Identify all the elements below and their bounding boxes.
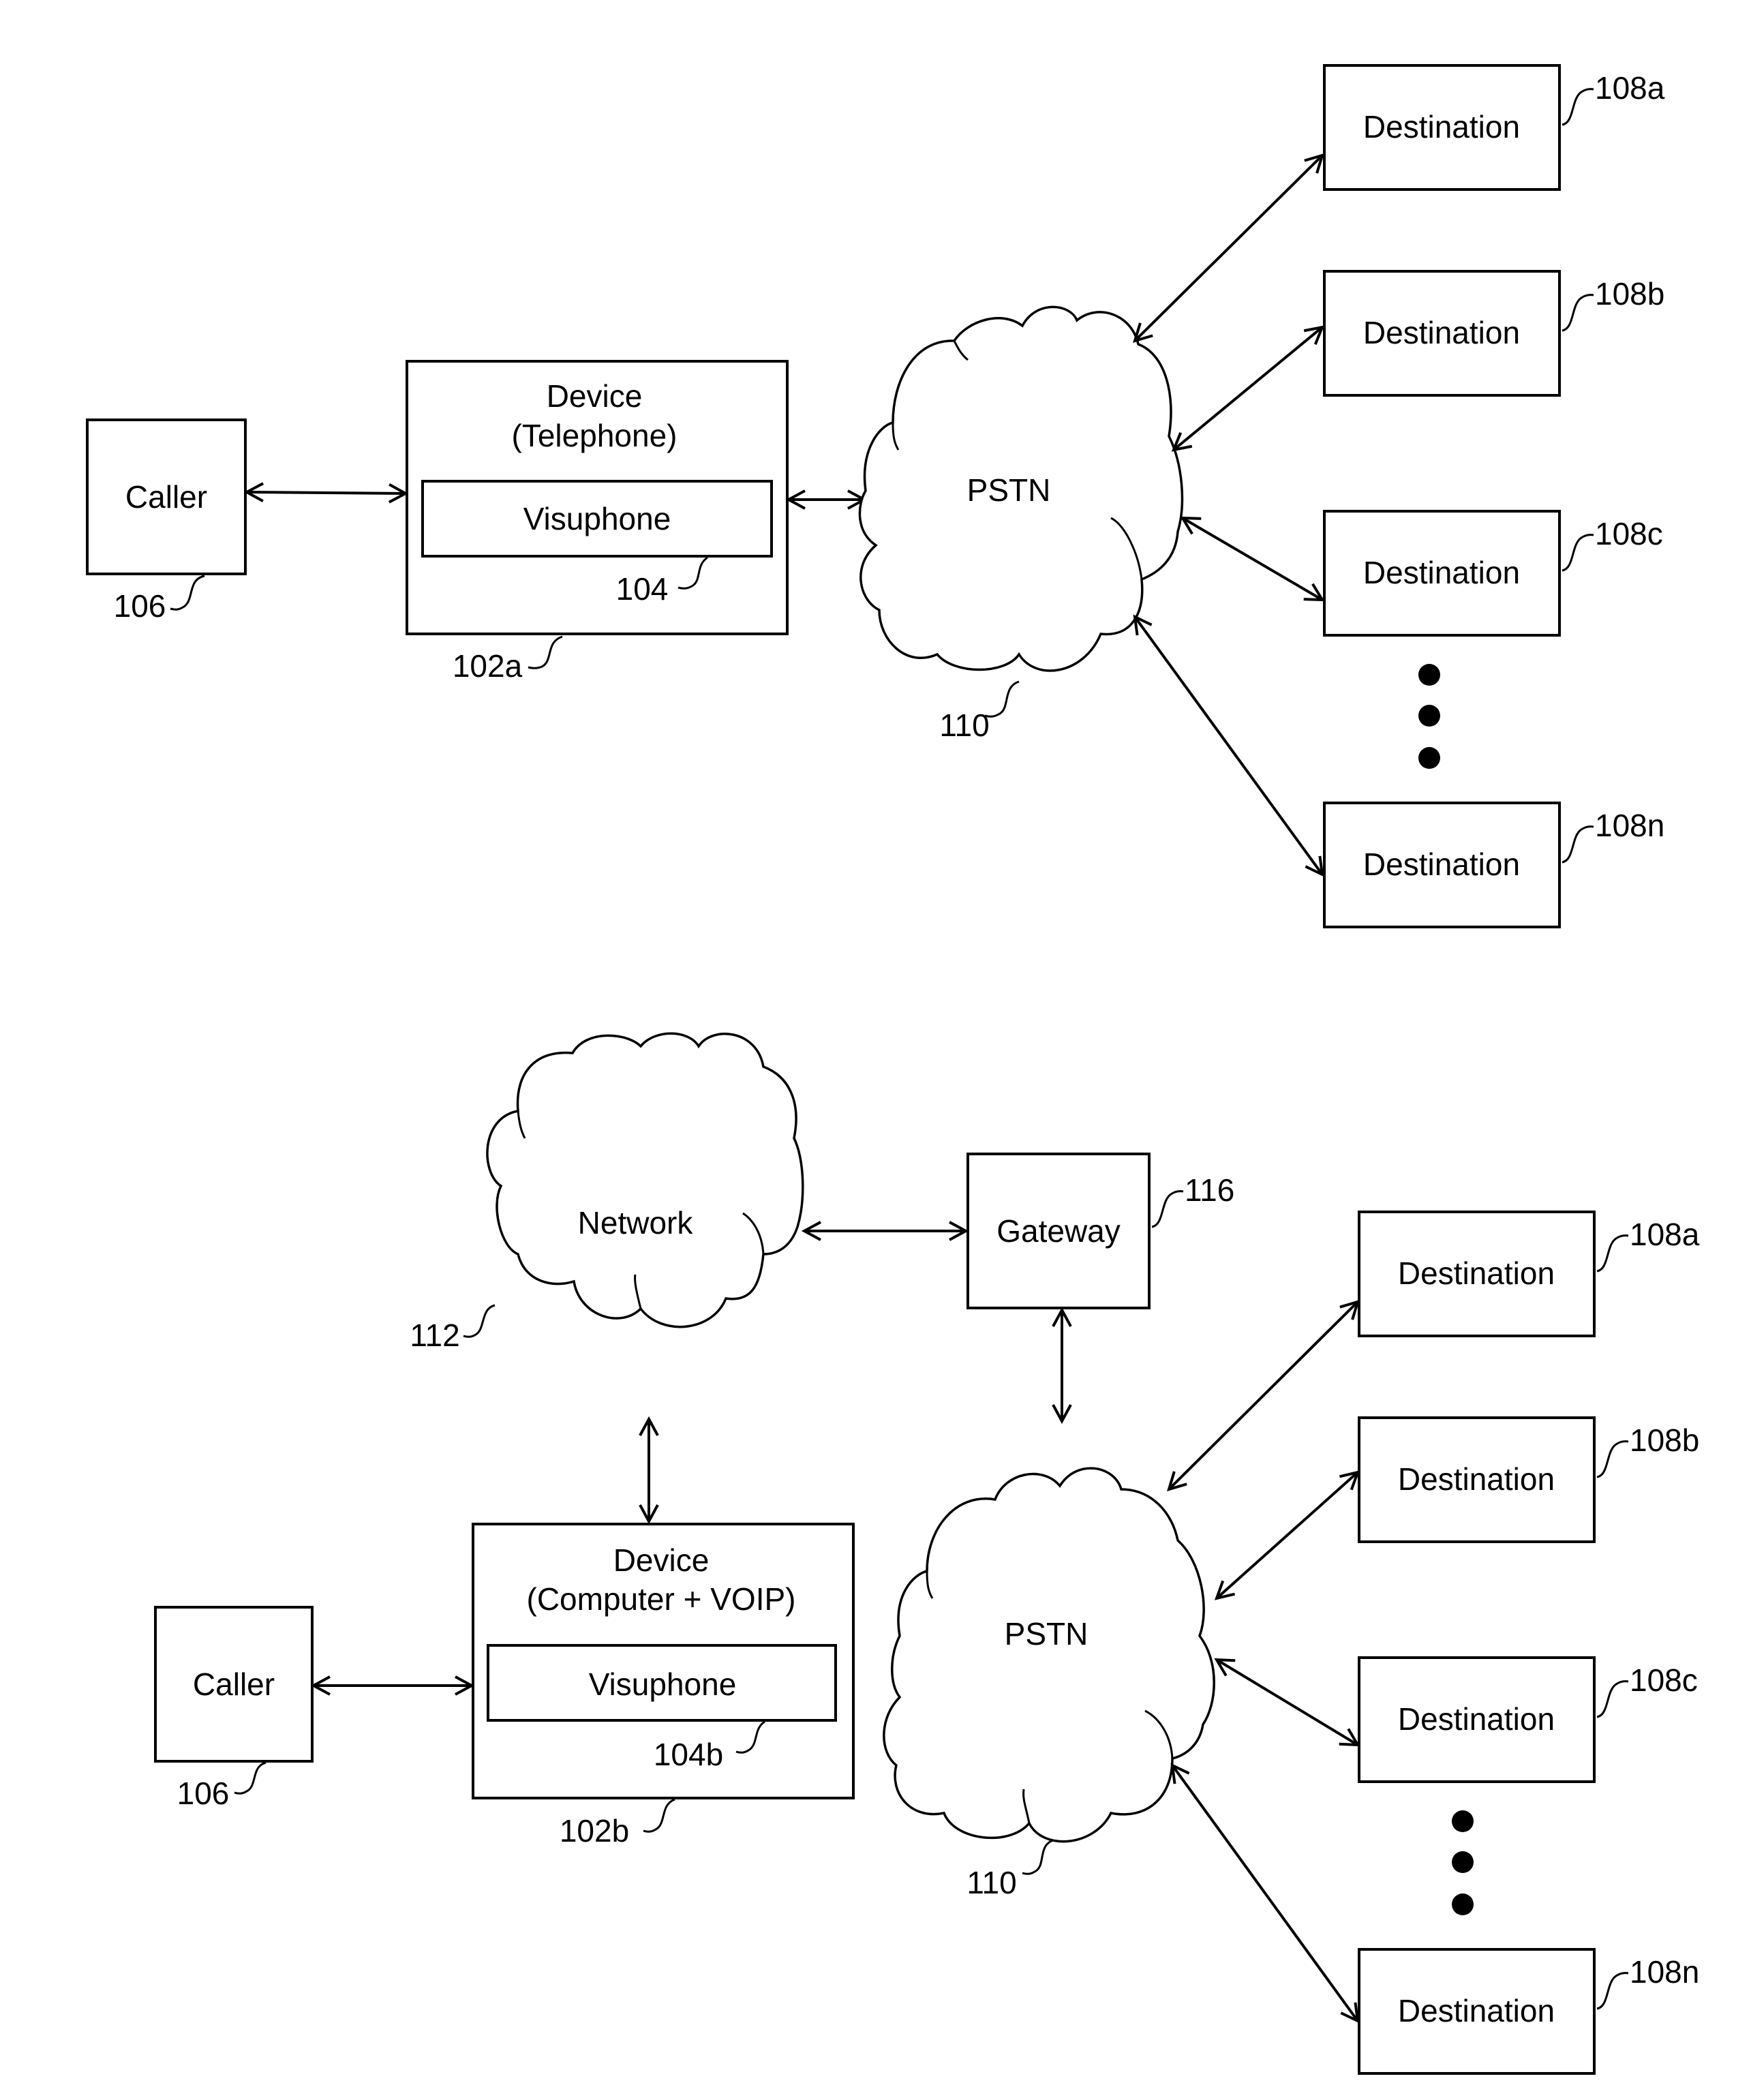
- destination-label: Destination: [1398, 1701, 1555, 1737]
- caller-node: Caller 106: [86, 419, 247, 624]
- figure-bottom: Network 112 Gateway 116 Caller 106 Devic…: [154, 1032, 1700, 2075]
- ellipsis-dots-bottom: [1452, 1810, 1474, 1915]
- network-ref-leader: [463, 1304, 496, 1338]
- pstn-label: PSTN: [967, 472, 1051, 508]
- destination-ref-leader: [1562, 294, 1594, 332]
- destination-ref: 108a: [1630, 1217, 1700, 1252]
- device-label-line1: Device: [547, 378, 643, 414]
- ellipsis-dot: [1452, 1810, 1474, 1832]
- caller-ref: 106: [177, 1776, 230, 1811]
- destination-label: Destination: [1398, 1461, 1555, 1497]
- destination-108n: Destination 108n: [1323, 802, 1664, 928]
- destination-108c-bottom: Destination 108c: [1358, 1656, 1698, 1783]
- ellipsis-dot: [1418, 747, 1440, 769]
- pstn-ref-leader: [1022, 1839, 1054, 1875]
- pstn-dest-n-arrow: [1172, 1765, 1358, 2021]
- device-label-line1: Device: [613, 1542, 710, 1578]
- ellipsis-dot: [1418, 705, 1440, 727]
- visuphone-ref: 104: [616, 571, 669, 607]
- destination-ref: 108a: [1595, 70, 1665, 106]
- ellipsis-dots: [1418, 664, 1440, 769]
- destination-label: Destination: [1398, 1256, 1555, 1291]
- device-ref: 102a: [453, 648, 523, 684]
- destination-ref: 108c: [1595, 516, 1663, 551]
- ellipsis-dot: [1452, 1851, 1474, 1873]
- destination-108b: Destination 108b: [1323, 270, 1664, 397]
- destination-ref-leader: [1596, 1972, 1629, 2010]
- destination-ref-leader: [1562, 534, 1594, 572]
- destination-ref-leader: [1596, 1680, 1629, 1718]
- destination-108a-bottom: Destination 108a: [1358, 1211, 1700, 1337]
- pstn-label: PSTN: [1005, 1616, 1088, 1652]
- destination-ref-leader: [1562, 825, 1594, 864]
- visuphone-label: Visuphone: [523, 501, 671, 536]
- pstn-ref: 110: [966, 1865, 1016, 1900]
- ellipsis-dot: [1452, 1893, 1474, 1915]
- caller-ref-leader: [234, 1761, 267, 1795]
- caller-device-arrow: [247, 492, 406, 493]
- pstn-dest-a-arrow: [1135, 155, 1322, 341]
- device-label-line2: (Computer + VOIP): [527, 1581, 796, 1617]
- gateway-ref-leader: [1151, 1190, 1184, 1228]
- caller-node-bottom: Caller 106: [154, 1606, 314, 1811]
- device-ref-leader: [643, 1798, 675, 1833]
- destination-ref: 108n: [1595, 808, 1664, 843]
- pstn-ref-leader: [984, 680, 1020, 718]
- pstn-dest-b-arrow: [1174, 327, 1322, 450]
- device-node: Device (Telephone) Visuphone 104 102a: [406, 360, 789, 684]
- figure-top: Caller 106 Device (Telephone) Visuphone …: [86, 64, 1665, 928]
- pstn-cloud: PSTN 110: [858, 305, 1184, 743]
- pstn-dest-a-arrow: [1169, 1302, 1358, 1489]
- destination-label: Destination: [1363, 109, 1520, 144]
- destination-ref-leader: [1596, 1234, 1629, 1273]
- pstn-cloud-shape: [883, 1467, 1215, 1843]
- destination-ref: 108b: [1595, 276, 1664, 311]
- network-cloud-shape: [486, 1032, 804, 1328]
- destination-ref: 108b: [1630, 1422, 1699, 1458]
- gateway-label: Gateway: [996, 1213, 1121, 1249]
- caller-label: Caller: [125, 479, 207, 515]
- destination-108a: Destination 108a: [1323, 64, 1665, 191]
- ellipsis-dot: [1418, 664, 1440, 686]
- gateway-node: Gateway 116: [966, 1153, 1234, 1309]
- destination-108b-bottom: Destination 108b: [1358, 1416, 1699, 1543]
- pstn-dest-c-arrow: [1183, 518, 1322, 600]
- destination-label: Destination: [1363, 315, 1520, 350]
- destination-ref-leader: [1562, 88, 1594, 126]
- destination-108c: Destination 108c: [1323, 510, 1663, 637]
- diagram-canvas: Caller 106 Device (Telephone) Visuphone …: [86, 64, 1700, 2075]
- visuphone-ref: 104b: [654, 1737, 723, 1772]
- caller-label: Caller: [193, 1667, 275, 1702]
- destination-ref-leader: [1596, 1440, 1629, 1478]
- destination-ref: 108c: [1630, 1662, 1698, 1698]
- gateway-ref: 116: [1185, 1172, 1234, 1208]
- caller-ref: 106: [114, 588, 166, 624]
- pstn-cloud-bottom: PSTN 110: [883, 1467, 1215, 1900]
- destination-label: Destination: [1398, 1993, 1555, 2028]
- destination-108n-bottom: Destination 108n: [1358, 1948, 1699, 2075]
- network-cloud: Network 112: [410, 1032, 804, 1353]
- pstn-ref: 110: [939, 707, 989, 743]
- destination-label: Destination: [1363, 555, 1520, 590]
- device-label-line2: (Telephone): [512, 418, 677, 453]
- device-ref: 102b: [560, 1813, 629, 1848]
- destination-label: Destination: [1363, 847, 1520, 882]
- device-ref-leader: [528, 635, 563, 669]
- device-node-bottom: Device (Computer + VOIP) Visuphone 104b …: [472, 1523, 855, 1848]
- network-ref: 112: [410, 1318, 459, 1353]
- network-label: Network: [578, 1205, 694, 1241]
- visuphone-label: Visuphone: [589, 1667, 737, 1702]
- destination-ref: 108n: [1630, 1954, 1699, 1990]
- pstn-dest-c-arrow: [1217, 1660, 1358, 1745]
- caller-ref-leader: [170, 575, 205, 611]
- pstn-dest-b-arrow: [1217, 1472, 1358, 1598]
- pstn-dest-n-arrow: [1135, 617, 1322, 874]
